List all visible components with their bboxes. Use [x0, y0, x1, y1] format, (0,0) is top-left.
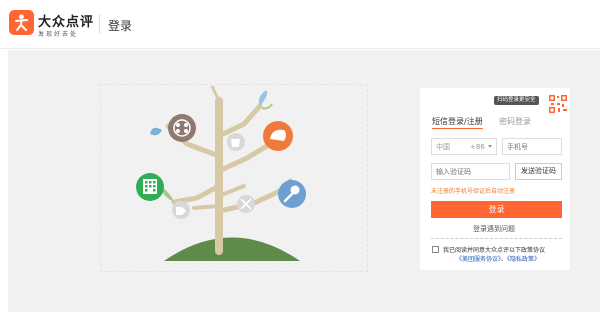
brand-name[interactable]: 大众点评 [38, 11, 94, 30]
agreement-checkbox[interactable] [432, 246, 439, 253]
branch [171, 183, 222, 205]
verification-code-input[interactable] [431, 163, 510, 180]
agreement-links: 《美团服务协议》、《隐私政策》 [456, 254, 540, 263]
country-code-select[interactable]: 中国 +86 [431, 138, 497, 155]
coffee-icon [227, 133, 245, 151]
leaf [150, 127, 162, 136]
dianping-logo-icon[interactable] [9, 10, 34, 35]
ground-hill [164, 237, 300, 261]
panel-divider [431, 238, 562, 239]
login-tabs: 短信登录/注册 密码登录 [432, 116, 562, 130]
leaf [261, 103, 273, 110]
building-icon [136, 173, 164, 201]
bread-icon [263, 121, 293, 151]
top-header: 大众点评 发现好去处 登录 [0, 0, 600, 49]
login-problem-link[interactable]: 登录遇到问题 [473, 224, 515, 234]
agreement-text: 我已阅读并同意大众点评以下政策协议 [443, 247, 546, 254]
microphone-icon [278, 180, 306, 208]
tab-sms-login[interactable]: 短信登录/注册 [432, 116, 483, 129]
branch [216, 103, 263, 139]
country-name: 中国 [436, 143, 450, 151]
tab-password-login[interactable]: 密码登录 [499, 116, 531, 128]
tag-icon [172, 201, 190, 219]
phone-input[interactable] [502, 138, 562, 155]
qr-login-tip: 扫码登录更安全 [494, 96, 539, 105]
send-code-button[interactable]: 发送验证码 [515, 163, 562, 180]
film-reel-icon [168, 114, 196, 142]
qr-code-icon[interactable] [548, 94, 568, 114]
scissors-icon [237, 195, 255, 213]
leaf [210, 86, 221, 102]
country-code: +86 [470, 143, 485, 151]
chevron-down-icon [488, 145, 492, 148]
leaf [258, 90, 268, 106]
auto-register-notice: 未注册的手机号验证后自动注册 [431, 188, 516, 195]
header-divider [99, 14, 100, 34]
branch [192, 204, 221, 210]
privacy-policy-link[interactable]: 《隐私政策》 [507, 256, 540, 263]
page-title: 登录 [108, 19, 133, 33]
brand-slogan: 发现好去处 [38, 31, 79, 38]
service-agreement-link[interactable]: 《美团服务协议》 [456, 256, 501, 263]
tree-illustration [136, 86, 306, 261]
login-button[interactable]: 登录 [431, 201, 562, 218]
branch [216, 143, 270, 174]
